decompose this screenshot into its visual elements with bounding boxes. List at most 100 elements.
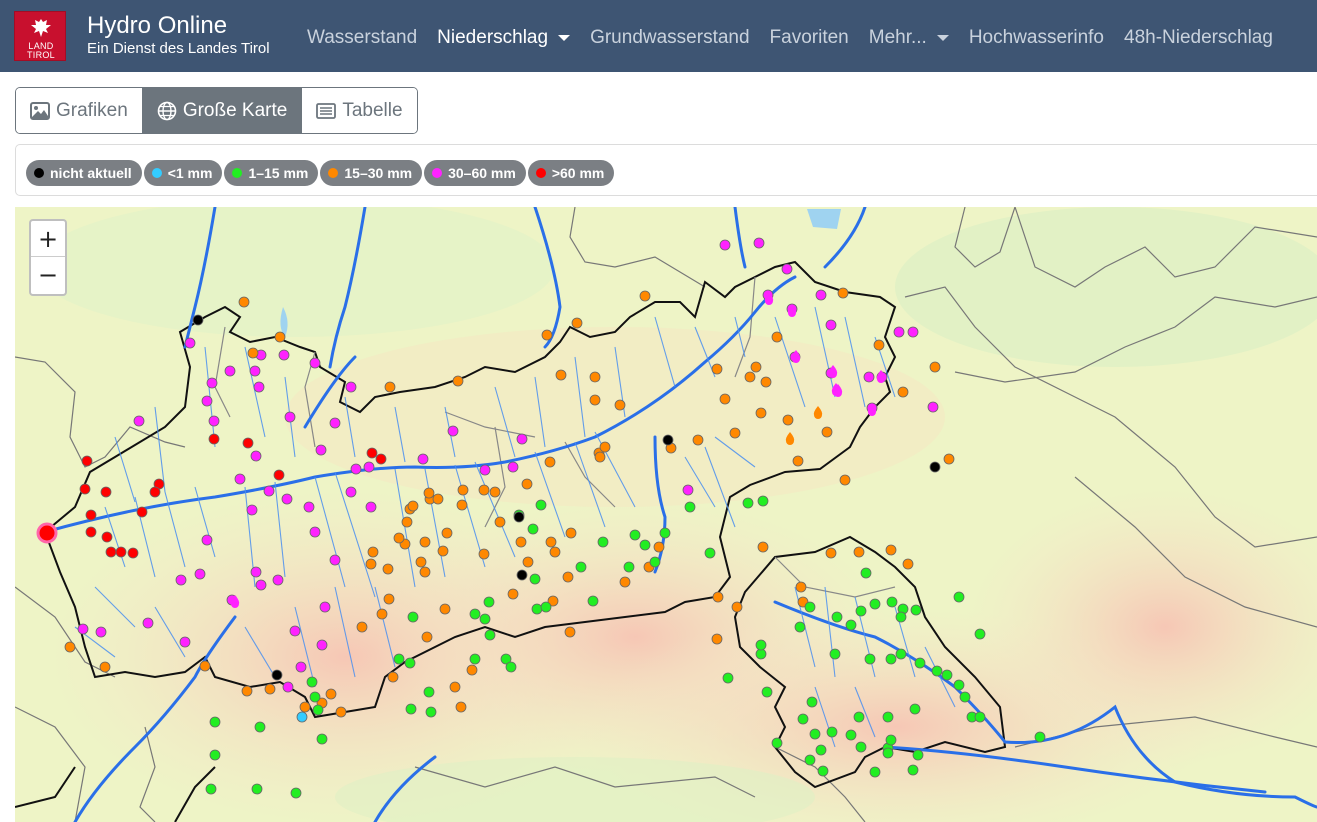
station-marker[interactable] <box>457 484 469 496</box>
station-marker[interactable] <box>907 764 919 776</box>
station-marker[interactable] <box>629 529 641 541</box>
station-marker[interactable] <box>367 546 379 558</box>
station-marker[interactable] <box>376 608 388 620</box>
station-marker[interactable] <box>522 556 534 568</box>
station-drop-marker[interactable] <box>831 383 841 396</box>
station-marker[interactable] <box>797 713 809 725</box>
station-marker[interactable] <box>826 726 838 738</box>
station-marker[interactable] <box>479 613 491 625</box>
station-marker[interactable] <box>449 681 461 693</box>
legend-badge-lt1[interactable]: <1 mm <box>143 160 223 186</box>
station-marker-selected[interactable] <box>36 522 58 544</box>
station-marker[interactable] <box>356 621 368 633</box>
station-marker[interactable] <box>423 487 435 499</box>
station-marker[interactable] <box>224 365 236 377</box>
station-marker[interactable] <box>439 603 451 615</box>
station-marker[interactable] <box>447 425 459 437</box>
station-marker[interactable] <box>77 623 89 635</box>
station-marker[interactable] <box>365 558 377 570</box>
legend-badge-30-60[interactable]: 30–60 mm <box>424 160 526 186</box>
station-marker[interactable] <box>853 546 865 558</box>
station-marker[interactable] <box>271 669 283 681</box>
station-marker[interactable] <box>1034 731 1046 743</box>
station-marker[interactable] <box>541 329 553 341</box>
nav-niederschlag[interactable]: Niederschlag <box>437 24 571 52</box>
station-marker[interactable] <box>516 569 528 581</box>
station-marker[interactable] <box>363 461 375 473</box>
station-marker[interactable] <box>760 376 772 388</box>
station-marker[interactable] <box>179 636 191 648</box>
station-marker[interactable] <box>95 626 107 638</box>
station-marker[interactable] <box>489 486 501 498</box>
station-marker[interactable] <box>771 737 783 749</box>
station-marker[interactable] <box>466 664 478 676</box>
station-marker[interactable] <box>345 486 357 498</box>
station-marker[interactable] <box>809 728 821 740</box>
station-marker[interactable] <box>405 703 417 715</box>
station-marker[interactable] <box>387 671 399 683</box>
land-tirol-logo[interactable]: LAND TIROL <box>14 11 66 61</box>
station-marker[interactable] <box>309 357 321 369</box>
station-marker[interactable] <box>544 456 556 468</box>
station-marker[interactable] <box>855 605 867 617</box>
station-drop-marker[interactable] <box>785 432 795 445</box>
station-marker[interactable] <box>282 681 294 693</box>
station-marker[interactable] <box>478 484 490 496</box>
station-marker[interactable] <box>929 361 941 373</box>
station-marker[interactable] <box>755 639 767 651</box>
station-marker[interactable] <box>885 544 897 556</box>
station-marker[interactable] <box>479 464 491 476</box>
station-marker[interactable] <box>555 369 567 381</box>
station-marker[interactable] <box>719 393 731 405</box>
station-marker[interactable] <box>885 734 897 746</box>
station-marker[interactable] <box>837 287 849 299</box>
station-marker[interactable] <box>941 669 953 681</box>
station-marker[interactable] <box>423 686 435 698</box>
station-marker[interactable] <box>192 314 204 326</box>
station-marker[interactable] <box>815 289 827 301</box>
station-marker[interactable] <box>959 691 971 703</box>
grafiken-button[interactable]: Grafiken <box>16 88 143 133</box>
station-marker[interactable] <box>432 493 444 505</box>
station-marker[interactable] <box>711 633 723 645</box>
station-marker[interactable] <box>782 414 794 426</box>
station-marker[interactable] <box>175 574 187 586</box>
station-marker[interactable] <box>909 703 921 715</box>
station-marker[interactable] <box>417 453 429 465</box>
station-marker[interactable] <box>274 331 286 343</box>
station-marker[interactable] <box>81 455 93 467</box>
station-marker[interactable] <box>795 581 807 593</box>
station-marker[interactable] <box>943 453 955 465</box>
station-marker[interactable] <box>273 469 285 481</box>
station-marker[interactable] <box>85 509 97 521</box>
station-marker[interactable] <box>757 541 769 553</box>
station-marker[interactable] <box>781 263 793 275</box>
station-marker[interactable] <box>79 483 91 495</box>
station-marker[interactable] <box>281 493 293 505</box>
station-marker[interactable] <box>247 347 259 359</box>
station-marker[interactable] <box>241 685 253 697</box>
station-marker[interactable] <box>594 451 606 463</box>
station-marker[interactable] <box>136 506 148 518</box>
station-marker[interactable] <box>821 426 833 438</box>
station-marker[interactable] <box>299 701 311 713</box>
station-marker[interactable] <box>253 381 265 393</box>
station-marker[interactable] <box>375 453 387 465</box>
station-marker[interactable] <box>910 604 922 616</box>
station-marker[interactable] <box>662 434 674 446</box>
station-marker[interactable] <box>907 326 919 338</box>
station-marker[interactable] <box>804 754 816 766</box>
station-marker[interactable] <box>329 554 341 566</box>
station-marker[interactable] <box>914 657 926 669</box>
station-marker[interactable] <box>205 783 217 795</box>
station-marker[interactable] <box>329 417 341 429</box>
station-marker[interactable] <box>100 486 112 498</box>
station-marker[interactable] <box>208 433 220 445</box>
station-marker[interactable] <box>507 461 519 473</box>
nav-grundwasserstand[interactable]: Grundwasserstand <box>590 24 749 52</box>
station-marker[interactable] <box>863 371 875 383</box>
station-marker[interactable] <box>825 547 837 559</box>
station-marker[interactable] <box>290 787 302 799</box>
station-marker[interactable] <box>521 478 533 490</box>
zoom-out-button[interactable]: − <box>31 257 65 293</box>
